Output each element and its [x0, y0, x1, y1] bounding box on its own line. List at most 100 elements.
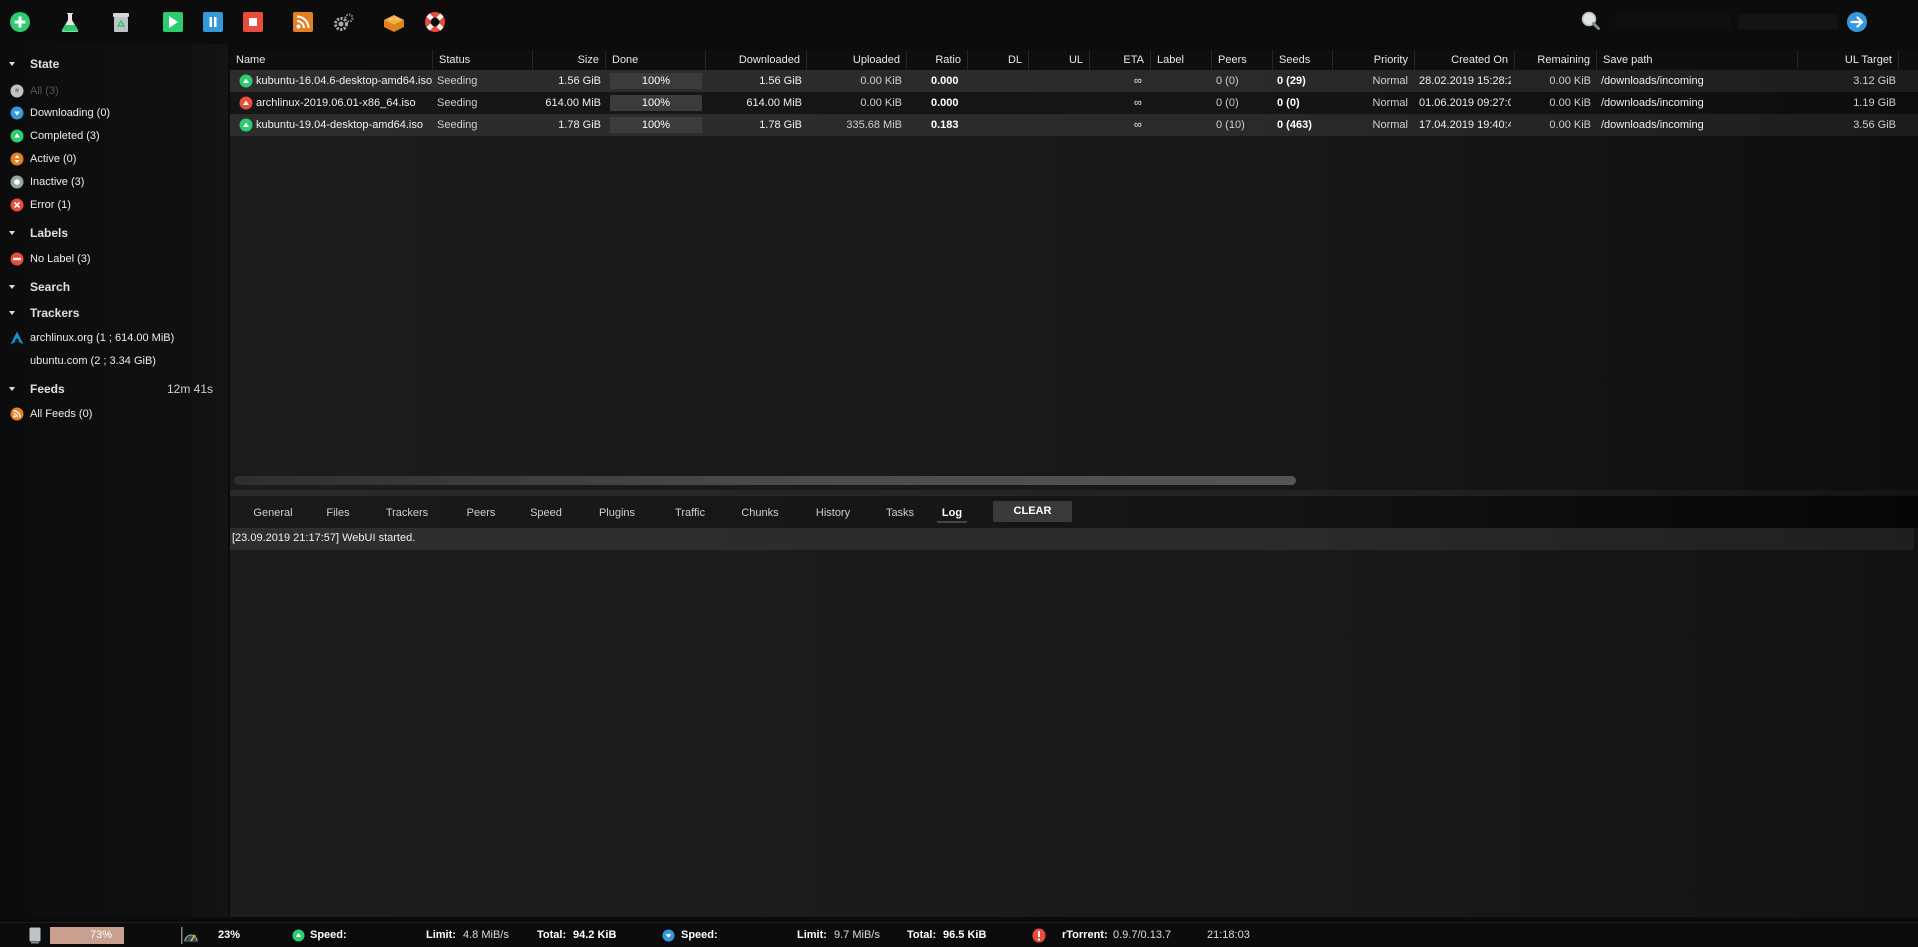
download-speed-label[interactable]: Speed: — [681, 923, 718, 947]
help-button[interactable] — [424, 11, 446, 33]
tab-trackers[interactable]: Trackers — [385, 503, 429, 523]
cell-seeds: 0 (29) — [1277, 75, 1306, 87]
client-label: rTorrent: — [1062, 929, 1108, 941]
download-icon — [662, 929, 675, 942]
caret-down-icon — [9, 285, 15, 289]
horizontal-scrollbar-thumb[interactable] — [234, 476, 1296, 485]
arrow-right-icon[interactable] — [1846, 11, 1868, 33]
arrow-down-icon — [10, 106, 24, 120]
table-row[interactable]: archlinux-2019.06.01-x86_64.iso Seeding 61… — [230, 92, 1918, 114]
remove-torrent-button[interactable] — [110, 11, 132, 33]
cell-eta: ∞ — [1134, 119, 1142, 131]
add-torrent-button[interactable] — [9, 11, 31, 33]
sidebar-item-label: Error (1) — [30, 199, 71, 211]
tab-plugins[interactable]: Plugins — [597, 503, 637, 523]
column-header-uploaded[interactable]: Uploaded — [807, 50, 907, 70]
search-icon[interactable] — [1580, 10, 1602, 32]
section-title: Trackers — [30, 306, 80, 320]
column-header-save-path[interactable]: Save path — [1597, 50, 1798, 70]
tab-chunks[interactable]: Chunks — [740, 503, 780, 523]
section-title: Search — [30, 280, 71, 294]
column-header-ratio[interactable]: Ratio — [907, 50, 968, 70]
create-torrent-button[interactable] — [59, 11, 81, 33]
cell-peers: 0 (0) — [1216, 97, 1239, 109]
pause-button[interactable] — [202, 11, 224, 33]
cell-ul — [1029, 70, 1089, 92]
sidebar-item-all-feeds[interactable]: All Feeds (0) — [0, 405, 228, 423]
tab-tasks[interactable]: Tasks — [883, 503, 917, 523]
table-header: Name Status Size Done Downloaded Uploade… — [230, 50, 1918, 70]
tab-log[interactable]: Log — [937, 503, 967, 523]
cell-eta: ∞ — [1134, 75, 1142, 87]
cell-remaining: 0.00 KiB — [1549, 97, 1591, 109]
column-header-label[interactable]: Label — [1151, 50, 1212, 70]
sidebar-item-tracker[interactable]: archlinux.org (1 ; 614.00 MiB) — [0, 329, 228, 347]
column-header-ul-target[interactable]: UL Target — [1798, 50, 1899, 70]
table-row[interactable]: kubuntu-16.04.6-desktop-amd64.iso Seeding… — [230, 70, 1918, 92]
upload-limit-value[interactable]: 4.8 MiB/s — [463, 923, 509, 947]
progress-bar: 100% — [610, 73, 702, 89]
settings-button[interactable] — [333, 11, 355, 33]
cell-uploaded: 0.00 KiB — [860, 75, 902, 87]
table-row[interactable]: kubuntu-19.04-desktop-amd64.iso Seeding 1.… — [230, 114, 1918, 136]
sidebar-item-inactive[interactable]: Inactive (3) — [0, 173, 228, 191]
column-header-size[interactable]: Size — [533, 50, 606, 70]
alert-icon[interactable] — [1032, 928, 1046, 943]
cell-peers: 0 (10) — [1216, 119, 1245, 131]
up-down-icon — [10, 152, 24, 166]
rss-button[interactable] — [292, 11, 314, 33]
sidebar-section-trackers[interactable]: Trackers — [0, 303, 228, 323]
sidebar-item-error[interactable]: Error (1) — [0, 196, 228, 214]
tab-general[interactable]: General — [252, 503, 294, 523]
sidebar-item-all[interactable]: * All (3) — [0, 82, 228, 100]
tab-history[interactable]: History — [813, 503, 853, 523]
sidebar-item-downloading[interactable]: Downloading (0) — [0, 104, 228, 122]
upload-limit-label[interactable]: Limit: — [426, 923, 456, 947]
clock: 21:18:03 — [1207, 929, 1250, 941]
sidebar-item-active[interactable]: Active (0) — [0, 150, 228, 168]
tab-speed[interactable]: Speed — [530, 503, 562, 523]
search-engine-input[interactable] — [1738, 14, 1838, 29]
column-header-name[interactable]: Name — [230, 50, 433, 70]
column-header-done[interactable]: Done — [606, 50, 706, 70]
tab-peers[interactable]: Peers — [466, 503, 496, 523]
plugins-button[interactable] — [383, 11, 405, 33]
toolbar — [0, 0, 1918, 44]
download-limit-value[interactable]: 9.7 MiB/s — [834, 923, 880, 947]
cell-downloaded: 614.00 MiB — [746, 97, 802, 109]
column-header-priority[interactable]: Priority — [1333, 50, 1415, 70]
sidebar-item-completed[interactable]: Completed (3) — [0, 127, 228, 145]
start-button[interactable] — [162, 11, 184, 33]
column-header-seeds[interactable]: Seeds — [1273, 50, 1333, 70]
sidebar-item-tracker[interactable]: ubuntu.com (2 ; 3.34 GiB) — [0, 352, 228, 370]
sidebar-section-labels[interactable]: Labels — [0, 223, 228, 243]
column-header-dl[interactable]: DL — [968, 50, 1029, 70]
search-input[interactable] — [1615, 12, 1730, 30]
sidebar-section-feeds[interactable]: Feeds 12m 41s — [0, 379, 228, 399]
clear-log-button[interactable]: CLEAR — [993, 501, 1072, 522]
rss-icon — [293, 12, 313, 32]
stop-button[interactable] — [242, 11, 264, 33]
svg-text:*: * — [15, 87, 20, 98]
column-header-downloaded[interactable]: Downloaded — [706, 50, 807, 70]
section-title: Feeds — [30, 382, 65, 396]
disk-usage-bar: 73% — [50, 927, 124, 944]
sidebar-item-no-label[interactable]: No Label (3) — [0, 250, 228, 268]
upload-speed-label[interactable]: Speed: — [310, 923, 347, 947]
column-header-remaining[interactable]: Remaining — [1515, 50, 1597, 70]
tab-files[interactable]: Files — [326, 503, 350, 523]
rss-icon — [10, 407, 24, 421]
column-header-ul[interactable]: UL — [1029, 50, 1090, 70]
client-version: 0.9.7/0.13.7 — [1113, 929, 1172, 941]
disk-icon — [29, 927, 41, 944]
column-header-eta[interactable]: ETA — [1090, 50, 1151, 70]
tab-traffic[interactable]: Traffic — [674, 503, 706, 523]
sidebar-section-state[interactable]: State — [0, 54, 228, 74]
download-limit-label[interactable]: Limit: — [797, 923, 827, 947]
column-header-created-on[interactable]: Created On — [1415, 50, 1515, 70]
column-header-status[interactable]: Status — [433, 50, 533, 70]
column-header-peers[interactable]: Peers — [1212, 50, 1273, 70]
cell-status: Seeding — [437, 97, 478, 109]
cell-size: 1.56 GiB — [558, 75, 601, 87]
sidebar-section-search[interactable]: Search — [0, 277, 228, 297]
